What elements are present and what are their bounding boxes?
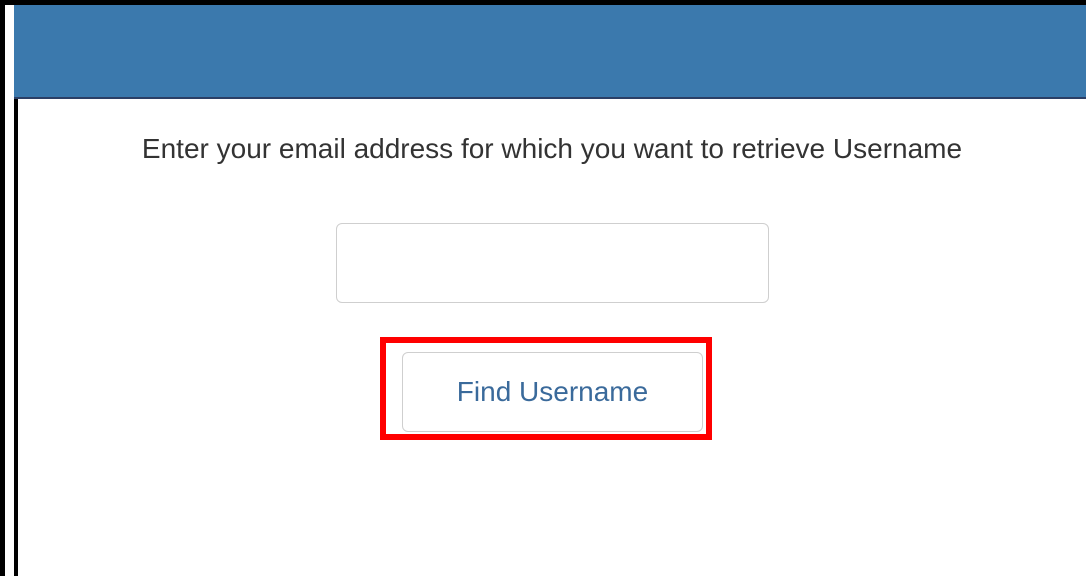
instruction-text: Enter your email address for which you w…: [141, 133, 963, 164]
header-bar: [14, 5, 1086, 99]
find-username-button[interactable]: Find Username: [402, 352, 703, 432]
email-input[interactable]: [336, 223, 769, 303]
